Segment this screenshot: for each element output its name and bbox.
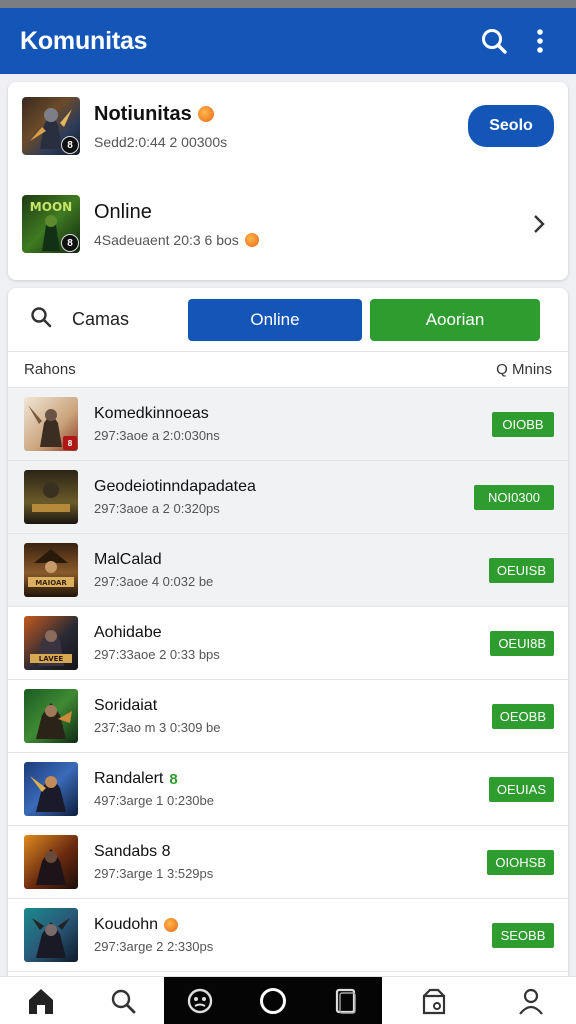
- game-thumbnail: MAIOAR: [24, 543, 78, 597]
- featured-item[interactable]: 8 Notiunitas Sedd2:0:44 2 00300s Seolo: [22, 94, 554, 158]
- item-title: Koudohn: [94, 916, 492, 934]
- featured-item[interactable]: MOON 8 Online 4Sadeuaent 20:3 6 bos: [22, 192, 554, 256]
- svg-text:MAIOAR: MAIOAR: [35, 579, 67, 587]
- game-thumbnail: MOON 8: [22, 195, 80, 253]
- list-item[interactable]: MAIOAR MalCalad 297:3aoe 4 0:032 be OEUI…: [8, 534, 568, 607]
- games-list-card: Camas Online Aoorian Rahons Q Mnins 8 Ko…: [8, 288, 568, 978]
- item-subtitle: 297:3aoe 4 0:032 be: [94, 574, 214, 589]
- item-title: Randalert 8: [94, 770, 178, 788]
- item-subtitle: 497:3arge 1 0:230be: [94, 793, 214, 808]
- featured-subtitle: Sedd2:0:44 2 00300s: [94, 133, 228, 150]
- game-thumbnail: [24, 689, 78, 743]
- game-thumbnail: LAVEE: [24, 616, 78, 670]
- list-item[interactable]: Soridaiat 237:3ao m 3 0:309 be OEOBB: [8, 680, 568, 753]
- featured-title: Online: [94, 200, 152, 223]
- item-title-number: 8: [169, 770, 178, 788]
- game-thumbnail: 8: [24, 397, 78, 451]
- app-title: Komunitas: [20, 26, 148, 55]
- item-title: Geodeiotinndapadatea: [94, 478, 256, 495]
- flame-icon: [197, 106, 214, 122]
- game-thumbnail: [24, 908, 78, 962]
- list-item[interactable]: Geodeiotinndapadatea 297:3aoe a 2 0:320p…: [8, 461, 568, 534]
- status-badge[interactable]: OEUISB: [488, 557, 554, 583]
- list-header-left: Rahons: [24, 361, 76, 378]
- thumbnail-badge: 8: [61, 234, 79, 252]
- game-thumbnail: [24, 835, 78, 889]
- list-header: Rahons Q Mnins: [8, 352, 568, 388]
- search-icon[interactable]: [474, 21, 514, 61]
- item-title: Soridaiat: [94, 697, 158, 714]
- item-title: Komedkinnoeas: [94, 405, 209, 422]
- online-filter-button[interactable]: Online: [188, 298, 362, 341]
- status-badge[interactable]: OEUIAS: [488, 776, 554, 802]
- status-badge[interactable]: OIOHSB: [487, 849, 554, 875]
- filter-label: Camas: [72, 309, 130, 329]
- status-badge[interactable]: OEOBB: [491, 703, 554, 729]
- chevron-right-icon[interactable]: [524, 209, 554, 239]
- svg-text:MOON: MOON: [30, 200, 72, 214]
- item-title: MalCalad: [94, 551, 162, 568]
- featured-title: Notiunitas: [94, 103, 468, 126]
- status-badge[interactable]: SEOBB: [492, 922, 554, 948]
- more-vert-icon[interactable]: [520, 21, 560, 61]
- status-badge[interactable]: OEUI8B: [490, 630, 554, 656]
- item-subtitle: 297:3aoe a 2:0:030ns: [94, 428, 220, 443]
- list-item[interactable]: Koudohn 297:3arge 2 2:330ps SEOBB: [8, 899, 568, 972]
- item-subtitle: 297:3aoe a 2 0:320ps: [94, 501, 220, 516]
- item-subtitle: 237:3ao m 3 0:309 be: [94, 720, 221, 735]
- filter-bar: Camas Online Aoorian: [8, 288, 568, 352]
- status-bar: [0, 0, 576, 8]
- secondary-filter-button[interactable]: Aoorian: [370, 298, 540, 341]
- game-thumbnail: [24, 470, 78, 524]
- thumbnail-badge: 8: [61, 136, 79, 154]
- game-thumbnail: 8: [22, 97, 80, 155]
- status-badge[interactable]: NOI0300: [474, 484, 554, 510]
- item-subtitle: 297:33aoe 2 0:33 bps: [94, 647, 220, 662]
- status-badge[interactable]: OIOBB: [492, 411, 554, 437]
- thumbnail-badge: 8: [63, 436, 77, 450]
- item-title: Sandabs 8: [94, 843, 171, 860]
- circle-icon[interactable]: [236, 977, 310, 1024]
- featured-card: 8 Notiunitas Sedd2:0:44 2 00300s Seolo M…: [8, 82, 568, 280]
- app-bar: Komunitas: [0, 8, 576, 74]
- featured-action-button[interactable]: Seolo: [468, 105, 554, 147]
- featured-subtitle: 4Sadeuaent 20:3 6 bos: [94, 232, 524, 248]
- game-thumbnail: [24, 762, 78, 816]
- list-item[interactable]: Randalert 8 497:3arge 1 0:230be OEUIAS: [8, 753, 568, 826]
- list-item[interactable]: 8 Komedkinnoeas 297:3aoe a 2:0:030ns OIO…: [8, 388, 568, 461]
- list-header-right[interactable]: Q Mnins: [496, 361, 552, 378]
- profile-icon[interactable]: [486, 977, 576, 1024]
- flame-icon: [244, 232, 259, 247]
- tablet-icon[interactable]: [310, 977, 382, 1024]
- item-subtitle: 297:3arge 1 3:529ps: [94, 866, 214, 881]
- search-icon[interactable]: [82, 977, 164, 1024]
- flame-icon: [164, 918, 179, 932]
- svg-text:LAVEE: LAVEE: [39, 655, 64, 663]
- game-controller-icon[interactable]: [164, 977, 236, 1024]
- store-icon[interactable]: [382, 977, 486, 1024]
- list-item[interactable]: Sandabs 8 297:3arge 1 3:529ps OIOHSB: [8, 826, 568, 899]
- bottom-navigation: [0, 976, 576, 1024]
- item-subtitle: 297:3arge 2 2:330ps: [94, 939, 214, 954]
- search-icon[interactable]: [30, 306, 52, 333]
- home-icon[interactable]: [0, 977, 82, 1024]
- item-title: Aohidabe: [94, 624, 162, 641]
- list-item[interactable]: LAVEE Aohidabe 297:33aoe 2 0:33 bps OEUI…: [8, 607, 568, 680]
